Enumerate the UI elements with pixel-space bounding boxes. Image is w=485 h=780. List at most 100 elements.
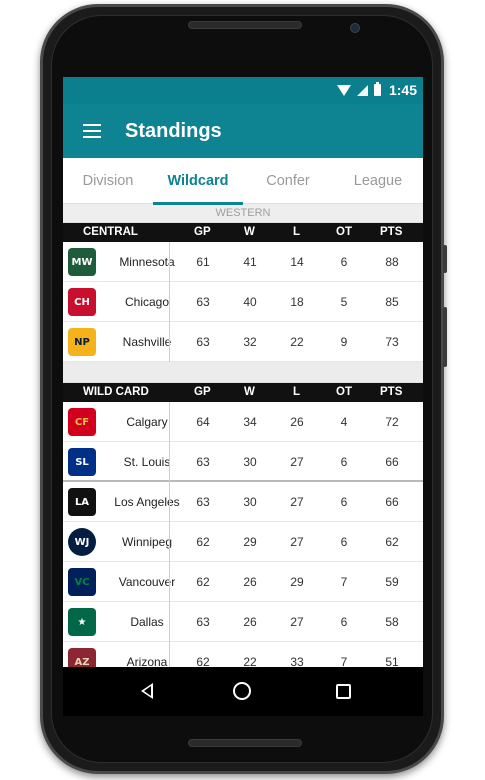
column-divider: [169, 402, 170, 442]
predators-logo-icon: NP: [68, 328, 96, 356]
team-name: Nashville: [122, 335, 172, 349]
col-pts: PTS: [380, 386, 403, 398]
l-value: 33: [290, 655, 304, 667]
column-divider: [169, 482, 170, 522]
gp-value: 64: [196, 415, 210, 429]
pts-value: 85: [385, 295, 399, 309]
central-header: CENTRAL GP W L OT PTS: [63, 223, 423, 242]
gp-value: 63: [196, 335, 210, 349]
table-row[interactable]: CH Chicago 63 40 18 5 85: [63, 282, 423, 322]
team-name: Vancouver: [118, 575, 176, 589]
tab-conference[interactable]: Confer: [243, 158, 333, 204]
ot-value: 6: [340, 535, 348, 549]
w-value: 40: [243, 295, 257, 309]
table-row[interactable]: NP Nashville 63 32 22 9 73: [63, 322, 423, 362]
col-ot: OT: [336, 226, 352, 238]
col-ot: OT: [336, 386, 352, 398]
blues-logo-icon: SL: [68, 448, 96, 476]
tab-wildcard[interactable]: Wildcard: [153, 158, 243, 204]
app-bar: Standings: [63, 104, 423, 158]
ot-value: 6: [340, 495, 348, 509]
l-value: 29: [290, 575, 304, 589]
screen: 1:45 Standings Division Wildcard Confer …: [63, 77, 423, 667]
w-value: 29: [243, 535, 257, 549]
page-title: Standings: [125, 119, 222, 142]
col-gp: GP: [194, 386, 211, 398]
team-name: Los Angeles: [114, 495, 180, 509]
l-value: 27: [290, 535, 304, 549]
column-divider: [169, 522, 170, 562]
column-divider: [169, 282, 170, 322]
home-circle-icon[interactable]: [233, 682, 251, 700]
l-value: 18: [290, 295, 304, 309]
table-row[interactable]: ★ Dallas 63 26 27 6 58: [63, 602, 423, 642]
stars-logo-icon: ★: [68, 608, 96, 636]
hamburger-menu-icon[interactable]: [83, 124, 101, 138]
volume-button[interactable]: [443, 307, 447, 367]
gp-value: 63: [196, 495, 210, 509]
back-icon-cutout: [144, 686, 151, 696]
w-value: 26: [243, 575, 257, 589]
tab-league[interactable]: League: [333, 158, 423, 204]
gp-value: 62: [196, 535, 210, 549]
jets-logo-icon: WJ: [68, 528, 96, 556]
table-row[interactable]: VC Vancouver 62 26 29 7 59: [63, 562, 423, 602]
pts-value: 66: [385, 455, 399, 469]
team-name: Minnesota: [119, 255, 175, 269]
table-row[interactable]: AZ Arizona 62 22 33 7 51: [63, 642, 423, 667]
gp-value: 63: [196, 295, 210, 309]
battery-icon: [373, 82, 381, 96]
l-value: 26: [290, 415, 304, 429]
team-name: Dallas: [130, 615, 164, 629]
ot-value: 7: [340, 575, 348, 589]
power-button[interactable]: [443, 245, 447, 273]
group-label: WILD CARD: [83, 386, 149, 398]
table-row[interactable]: LA Los Angeles 63 30 27 6 66: [63, 482, 423, 522]
ot-value: 4: [340, 415, 348, 429]
pts-value: 72: [385, 415, 399, 429]
pts-value: 59: [385, 575, 399, 589]
col-gp: GP: [194, 226, 211, 238]
gp-value: 62: [196, 575, 210, 589]
wildcard-header: WILD CARD GP W L OT PTS: [63, 383, 423, 402]
front-camera: [350, 23, 360, 33]
col-w: W: [244, 386, 255, 398]
col-w: W: [244, 226, 255, 238]
w-value: 34: [243, 415, 257, 429]
w-value: 41: [243, 255, 257, 269]
team-name: Arizona: [126, 655, 168, 667]
coyotes-logo-icon: AZ: [68, 648, 96, 667]
gp-value: 62: [196, 655, 210, 667]
table-row[interactable]: MW Minnesota 61 41 14 6 88: [63, 242, 423, 282]
w-value: 26: [243, 615, 257, 629]
column-divider: [169, 642, 170, 667]
l-value: 27: [290, 495, 304, 509]
tab-bar: Division Wildcard Confer League: [63, 158, 423, 205]
ot-value: 6: [340, 615, 348, 629]
column-divider: [169, 442, 170, 482]
kings-logo-icon: LA: [68, 488, 96, 516]
bottom-speaker: [188, 739, 302, 747]
gp-value: 63: [196, 455, 210, 469]
recent-apps-square-icon[interactable]: [336, 684, 351, 699]
l-value: 14: [290, 255, 304, 269]
table-row[interactable]: WJ Winnipeg 62 29 27 6 62: [63, 522, 423, 562]
l-value: 22: [290, 335, 304, 349]
pts-value: 62: [385, 535, 399, 549]
table-row[interactable]: CF Calgary 64 34 26 4 72: [63, 402, 423, 442]
team-name: St. Louis: [123, 455, 171, 469]
pts-value: 73: [385, 335, 399, 349]
tab-division[interactable]: Division: [63, 158, 153, 204]
column-divider: [169, 602, 170, 642]
w-value: 30: [243, 495, 257, 509]
pts-value: 88: [385, 255, 399, 269]
status-time: 1:45: [388, 82, 417, 98]
gp-value: 61: [196, 255, 210, 269]
flames-logo-icon: CF: [68, 408, 96, 436]
l-value: 27: [290, 455, 304, 469]
signal-icon: [356, 84, 368, 96]
table-row[interactable]: SL St. Louis 63 30 27 6 66: [63, 442, 423, 482]
wifi-icon: [336, 84, 351, 96]
gp-value: 63: [196, 615, 210, 629]
team-name: Chicago: [124, 295, 170, 309]
